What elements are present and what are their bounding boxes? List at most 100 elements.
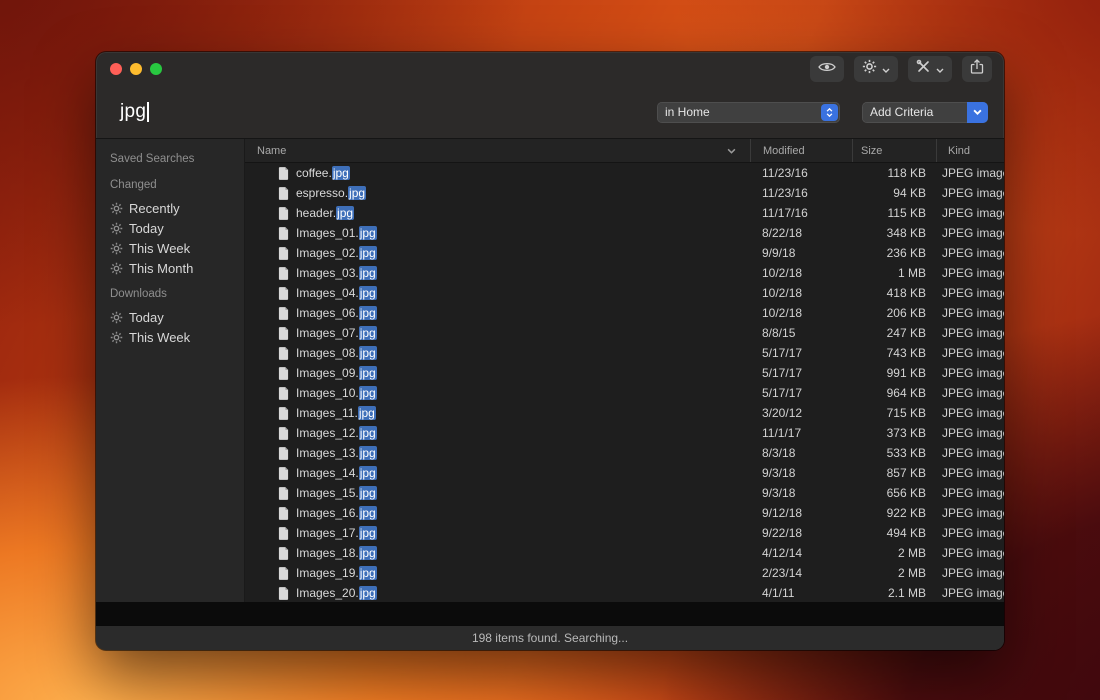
quick-look-button[interactable]: [810, 56, 844, 82]
file-modified: 4/1/11: [750, 586, 852, 600]
file-size: 115 KB: [852, 206, 936, 220]
table-row[interactable]: Images_02.jpg 9/9/18 236 KB JPEG image: [245, 243, 1004, 263]
file-kind: JPEG image: [936, 526, 1004, 540]
table-row[interactable]: Images_03.jpg 10/2/18 1 MB JPEG image: [245, 263, 1004, 283]
table-row[interactable]: Images_07.jpg 8/8/15 247 KB JPEG image: [245, 323, 1004, 343]
document-icon: [278, 387, 289, 400]
search-match-highlight: jpg: [359, 226, 377, 240]
table-row[interactable]: Images_06.jpg 10/2/18 206 KB JPEG image: [245, 303, 1004, 323]
file-modified: 11/23/16: [750, 186, 852, 200]
column-header-modified[interactable]: Modified: [750, 139, 852, 162]
toolbar: [810, 56, 992, 82]
file-kind: JPEG image: [936, 206, 1004, 220]
sidebar-item[interactable]: This Month: [110, 258, 244, 278]
document-icon: [278, 287, 289, 300]
table-row[interactable]: Images_10.jpg 5/17/17 964 KB JPEG image: [245, 383, 1004, 403]
file-kind: JPEG image: [936, 386, 1004, 400]
file-kind: JPEG image: [936, 486, 1004, 500]
search-input[interactable]: jpg: [120, 101, 149, 123]
table-row[interactable]: Images_20.jpg 4/1/11 2.1 MB JPEG image: [245, 583, 1004, 602]
column-header-name[interactable]: Name: [245, 139, 750, 162]
sidebar-item[interactable]: Today: [110, 218, 244, 238]
column-header-size[interactable]: Size: [852, 139, 936, 162]
document-icon: [278, 407, 289, 420]
close-window-button[interactable]: [110, 63, 122, 75]
file-modified: 8/22/18: [750, 226, 852, 240]
sidebar-item[interactable]: This Week: [110, 327, 244, 347]
sidebar-item[interactable]: Recently: [110, 198, 244, 218]
chevron-down-icon: [882, 60, 890, 78]
file-name: Images_07.jpg: [296, 326, 377, 340]
file-size: 236 KB: [852, 246, 936, 260]
column-header-kind[interactable]: Kind: [936, 139, 1004, 162]
file-name: Images_20.jpg: [296, 586, 377, 600]
table-row[interactable]: Images_04.jpg 10/2/18 418 KB JPEG image: [245, 283, 1004, 303]
file-kind: JPEG image: [936, 346, 1004, 360]
minimize-window-button[interactable]: [130, 63, 142, 75]
search-scope-popup[interactable]: in Home: [657, 102, 840, 123]
search-bar: jpg in Home Add Criteria: [96, 86, 1004, 138]
table-row[interactable]: Images_14.jpg 9/3/18 857 KB JPEG image: [245, 463, 1004, 483]
add-criteria-popup[interactable]: Add Criteria: [862, 102, 988, 123]
search-match-highlight: jpg: [359, 526, 377, 540]
table-row[interactable]: Images_09.jpg 5/17/17 991 KB JPEG image: [245, 363, 1004, 383]
file-size: 247 KB: [852, 326, 936, 340]
file-size: 922 KB: [852, 506, 936, 520]
table-row[interactable]: coffee.jpg 11/23/16 118 KB JPEG image: [245, 163, 1004, 183]
document-icon: [278, 567, 289, 580]
file-modified: 10/2/18: [750, 266, 852, 280]
document-icon: [278, 467, 289, 480]
status-text: 198 items found. Searching...: [472, 631, 628, 645]
smart-folder-gear-icon: [110, 202, 123, 215]
table-row[interactable]: Images_12.jpg 11/1/17 373 KB JPEG image: [245, 423, 1004, 443]
document-icon: [278, 187, 289, 200]
table-row[interactable]: Images_11.jpg 3/20/12 715 KB JPEG image: [245, 403, 1004, 423]
file-name: Images_09.jpg: [296, 366, 377, 380]
table-row[interactable]: Images_17.jpg 9/22/18 494 KB JPEG image: [245, 523, 1004, 543]
table-row[interactable]: Images_08.jpg 5/17/17 743 KB JPEG image: [245, 343, 1004, 363]
file-size: 533 KB: [852, 446, 936, 460]
table-row[interactable]: Images_15.jpg 9/3/18 656 KB JPEG image: [245, 483, 1004, 503]
smart-folder-gear-icon: [110, 242, 123, 255]
table-row[interactable]: Images_18.jpg 4/12/14 2 MB JPEG image: [245, 543, 1004, 563]
table-row[interactable]: Images_13.jpg 8/3/18 533 KB JPEG image: [245, 443, 1004, 463]
file-size: 494 KB: [852, 526, 936, 540]
file-kind: JPEG image: [936, 266, 1004, 280]
file-size: 206 KB: [852, 306, 936, 320]
search-match-highlight: jpg: [359, 386, 377, 400]
table-row[interactable]: espresso.jpg 11/23/16 94 KB JPEG image: [245, 183, 1004, 203]
table-row[interactable]: Images_19.jpg 2/23/14 2 MB JPEG image: [245, 563, 1004, 583]
document-icon: [278, 367, 289, 380]
table-row[interactable]: header.jpg 11/17/16 115 KB JPEG image: [245, 203, 1004, 223]
action-menu-button[interactable]: [854, 56, 898, 82]
document-icon: [278, 167, 289, 180]
sidebar-item[interactable]: Today: [110, 307, 244, 327]
file-name: Images_08.jpg: [296, 346, 377, 360]
chevron-down-icon: [967, 102, 988, 123]
search-match-highlight: jpg: [359, 486, 377, 500]
file-size: 2 MB: [852, 566, 936, 580]
finder-search-window: jpg in Home Add Criteria Saved Searches …: [96, 52, 1004, 650]
document-icon: [278, 507, 289, 520]
tools-icon: [916, 59, 931, 79]
search-match-highlight: jpg: [359, 546, 377, 560]
file-name: Images_12.jpg: [296, 426, 377, 440]
smart-folder-gear-icon: [110, 222, 123, 235]
sidebar-item[interactable]: This Week: [110, 238, 244, 258]
table-row[interactable]: Images_16.jpg 9/12/18 922 KB JPEG image: [245, 503, 1004, 523]
file-modified: 5/17/17: [750, 346, 852, 360]
search-match-highlight: jpg: [336, 206, 354, 220]
file-size: 964 KB: [852, 386, 936, 400]
zoom-window-button[interactable]: [150, 63, 162, 75]
file-size: 991 KB: [852, 366, 936, 380]
file-size: 2.1 MB: [852, 586, 936, 600]
table-row[interactable]: Images_01.jpg 8/22/18 348 KB JPEG image: [245, 223, 1004, 243]
file-kind: JPEG image: [936, 566, 1004, 580]
gear-icon: [862, 59, 877, 79]
search-match-highlight: jpg: [332, 166, 350, 180]
file-modified: 5/17/17: [750, 366, 852, 380]
file-name: Images_17.jpg: [296, 526, 377, 540]
document-icon: [278, 427, 289, 440]
share-button[interactable]: [962, 56, 992, 82]
tools-menu-button[interactable]: [908, 56, 952, 82]
